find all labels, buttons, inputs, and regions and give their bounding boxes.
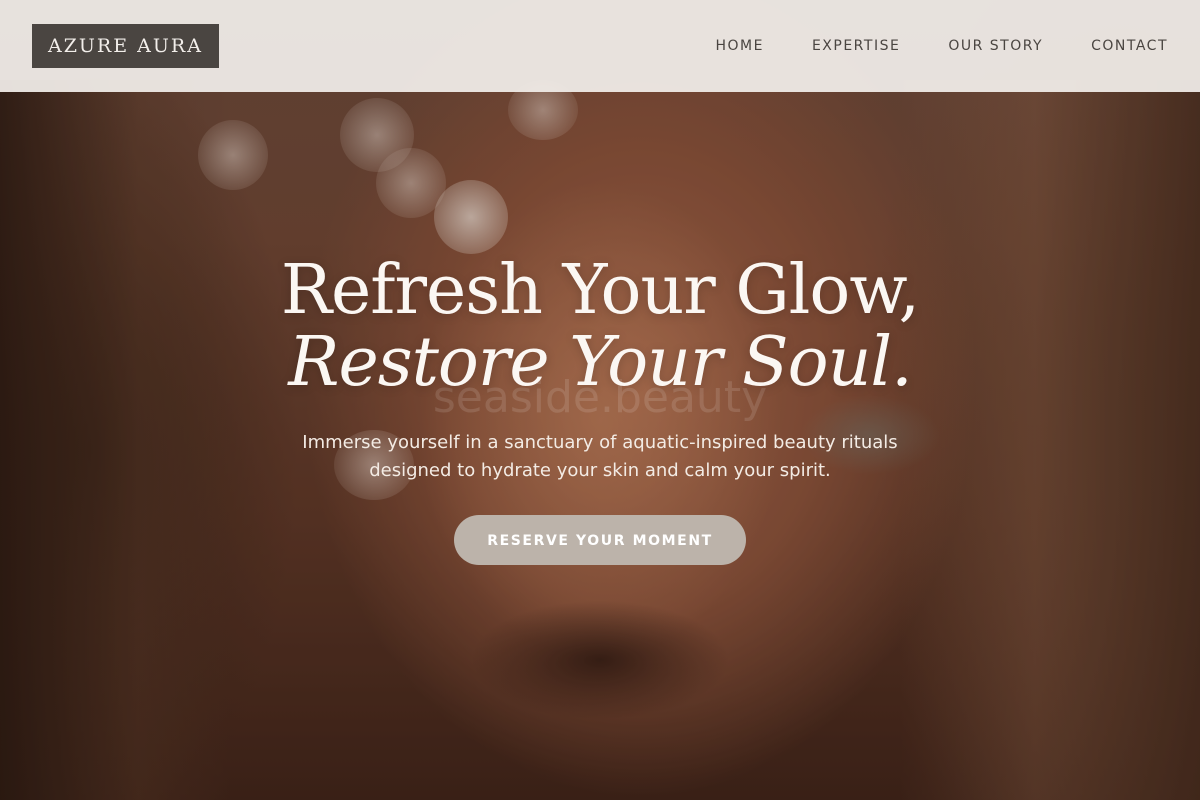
reserve-button[interactable]: RESERVE YOUR MOMENT — [454, 515, 746, 565]
hero-section: Refresh Your Glow, Restore Your Soul. Im… — [0, 255, 1200, 565]
hero-headline-line1: Refresh Your Glow, — [280, 251, 920, 330]
hero-subtitle: Immerse yourself in a sanctuary of aquat… — [250, 429, 950, 485]
nav-item-home[interactable]: HOME — [715, 38, 763, 54]
nav-item-contact[interactable]: CONTACT — [1091, 38, 1168, 54]
hero-headline-line2: Restore Your Soul. — [288, 323, 912, 402]
main-nav: HOME EXPERTISE OUR STORY CONTACT — [715, 38, 1168, 54]
hero-headline: Refresh Your Glow, Restore Your Soul. — [0, 255, 1200, 399]
brand-logo[interactable]: AZURE AURA — [32, 24, 219, 68]
site-header: AZURE AURA HOME EXPERTISE OUR STORY CONT… — [0, 0, 1200, 92]
hero-subtitle-line1: Immerse yourself in a sanctuary of aquat… — [302, 432, 898, 453]
hero-subtitle-line2: designed to hydrate your skin and calm y… — [369, 460, 831, 481]
nav-item-our-story[interactable]: OUR STORY — [948, 38, 1043, 54]
nav-item-expertise[interactable]: EXPERTISE — [812, 38, 900, 54]
page: seaside.beauty AZURE AURA HOME EXPERTISE… — [0, 0, 1200, 800]
